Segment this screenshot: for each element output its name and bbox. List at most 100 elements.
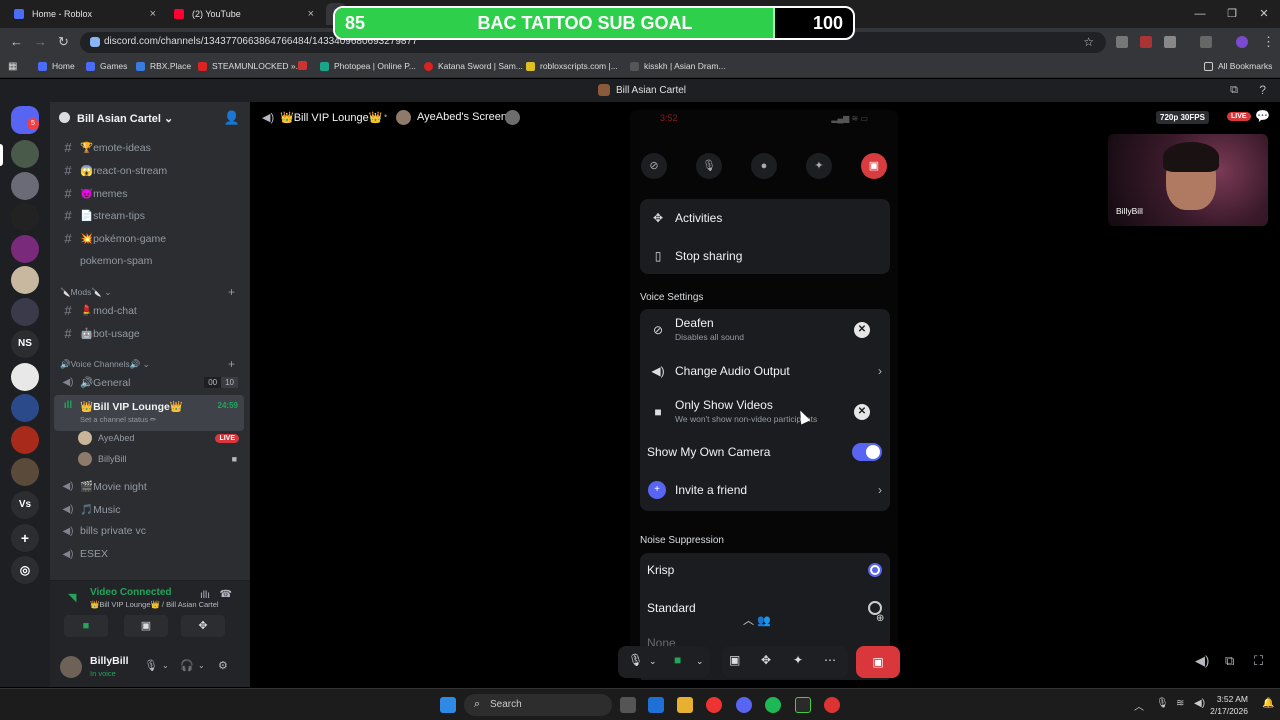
channel-item[interactable]: # 🏆emote-ideas — [54, 137, 244, 157]
bookmark-kisskh[interactable]: kisskh | Asian Dram... — [630, 61, 726, 71]
disconnect-icon[interactable]: ☎ — [220, 589, 232, 600]
close-window-icon[interactable]: ✕ — [1248, 0, 1280, 28]
mic-icon[interactable]: 🎙 — [628, 653, 643, 667]
server-icon[interactable] — [11, 458, 39, 486]
soundboard-icon[interactable]: ✦ — [806, 153, 832, 179]
bookmark-robloxscripts[interactable]: robloxscripts.com |... — [526, 61, 618, 71]
fullscreen-icon[interactable]: ⛶ — [1254, 653, 1263, 669]
server-icon[interactable] — [11, 426, 39, 454]
taskbar-clock[interactable]: 3:52 AM 2/17/2026 — [1210, 693, 1248, 717]
bookmark-rbxplace[interactable]: RBX.Place — [136, 61, 191, 71]
server-vs[interactable]: Vs — [11, 491, 39, 519]
discover-icon[interactable]: ◎ — [11, 556, 39, 584]
add-server-icon[interactable]: + — [11, 524, 39, 552]
voice-channel-music[interactable]: ◀) 🎵Music — [54, 499, 244, 519]
extensions-puzzle-icon[interactable] — [1164, 36, 1176, 48]
channel-item[interactable]: # 😈memes — [54, 183, 244, 203]
bookmark-item[interactable] — [298, 61, 312, 70]
channel-item[interactable]: # 💄mod-chat — [54, 300, 244, 320]
camera-off-icon[interactable]: ⊘ — [641, 153, 667, 179]
add-channel-icon[interactable]: + — [228, 357, 235, 371]
all-bookmarks[interactable]: All Bookmarks — [1204, 61, 1272, 71]
radio-selected[interactable] — [868, 563, 882, 577]
gear-icon[interactable]: ⚙ — [218, 659, 228, 672]
file-explorer-icon[interactable] — [677, 697, 693, 713]
add-channel-icon[interactable]: + — [228, 285, 235, 299]
chevron-down-icon[interactable]: ⌄ — [649, 656, 657, 667]
camera-button[interactable]: ■ — [64, 615, 108, 637]
tray-chevron-icon[interactable]: ︿ — [1134, 698, 1144, 713]
opera-icon[interactable] — [824, 697, 840, 713]
forward-icon[interactable]: → — [34, 34, 47, 49]
spotify-icon[interactable] — [765, 697, 781, 713]
back-icon[interactable]: ← — [10, 34, 23, 49]
browser-menu-icon[interactable]: ⋮ — [1262, 34, 1275, 50]
screen-share-button[interactable]: ▣ — [124, 615, 168, 637]
inbox-icon[interactable]: ⧉ — [1230, 84, 1238, 97]
reload-icon[interactable]: ↻ — [58, 34, 69, 50]
extension-icon[interactable] — [1140, 36, 1152, 48]
channel-item[interactable]: # 📄stream-tips — [54, 205, 244, 225]
tab-youtube[interactable]: (2) YouTube × — [166, 3, 322, 25]
apps-grid-icon[interactable]: ▦ — [8, 61, 17, 72]
camera-icon[interactable]: ■ — [674, 653, 681, 667]
bookmark-games[interactable]: Games — [86, 61, 127, 71]
bookmark-photopea[interactable]: Photopea | Online P... — [320, 61, 416, 71]
activities-icon[interactable]: ✥ — [761, 653, 771, 667]
server-icon[interactable] — [11, 266, 39, 294]
server-icon[interactable] — [11, 172, 39, 200]
voice-channel-movie[interactable]: ◀) 🎬Movie night — [54, 476, 244, 496]
toggle-off-icon[interactable]: ✕ — [854, 404, 870, 420]
category-voice[interactable]: 🔊Voice Channels🔊 ⌄ + — [60, 357, 235, 371]
screen-share-icon[interactable]: ▣ — [729, 653, 740, 667]
popout-icon[interactable]: ⧉ — [1225, 653, 1234, 669]
bookmark-steamunlocked[interactable]: STEAMUNLOCKED »... — [198, 61, 303, 71]
channel-item[interactable]: # 🤖bot-usage — [54, 323, 244, 343]
chat-bubble-icon[interactable]: 💬 — [1255, 109, 1270, 123]
wifi-icon[interactable]: ≋ — [1176, 698, 1184, 709]
toggle-off-icon[interactable]: ✕ — [854, 322, 870, 338]
help-icon[interactable]: ? — [1259, 83, 1266, 97]
expand-participants-icon[interactable]: ︿ 👥 — [743, 612, 771, 628]
server-ns[interactable]: NS — [11, 330, 39, 358]
bookmark-home[interactable]: Home — [38, 61, 75, 71]
noise-suppression-icon[interactable]: ıllı — [200, 590, 210, 601]
chevron-down-icon[interactable]: ⌄ — [162, 661, 169, 670]
bookmark-star-icon[interactable]: ☆ — [1083, 35, 1094, 49]
server-icon[interactable] — [11, 235, 39, 263]
server-header[interactable]: Bill Asian Cartel ⌄ 👤 — [50, 102, 250, 134]
zoom-icon[interactable]: ⊕ — [876, 613, 884, 624]
volume-tray-icon[interactable]: ◀) — [1194, 698, 1205, 709]
close-tab-icon[interactable]: × — [308, 8, 314, 20]
channel-item[interactable]: #pokemon-spam — [54, 251, 244, 271]
end-call-button[interactable]: ▣ — [856, 646, 900, 678]
volume-icon[interactable]: ◀) — [1195, 653, 1209, 669]
voice-channel-general[interactable]: ◀) 🔊General 00 10 — [54, 372, 244, 392]
server-icon[interactable] — [11, 298, 39, 326]
voice-channel-private[interactable]: ◀) bills private vc — [54, 521, 244, 541]
more-icon[interactable]: ⋯ — [824, 653, 836, 667]
avatar[interactable] — [60, 656, 82, 678]
server-icon[interactable] — [11, 363, 39, 391]
soundboard-icon[interactable]: ✦ — [793, 653, 803, 667]
set-channel-status[interactable]: Set a channel status ✏ — [80, 415, 156, 424]
chevron-down-icon[interactable]: ⌄ — [696, 656, 704, 667]
channel-item[interactable]: # 😱react-on-stream — [54, 160, 244, 180]
tab-roblox[interactable]: Home - Roblox × — [6, 3, 164, 25]
voice-user[interactable]: BillyBill ■ — [78, 450, 243, 468]
task-view-icon[interactable] — [620, 697, 636, 713]
voice-channel-vip[interactable]: ıll 👑Bill VIP Lounge👑 24:59 Set a channel… — [54, 395, 244, 431]
voice-channel-esex[interactable]: ◀) ESEX — [54, 544, 244, 564]
discord-icon[interactable] — [736, 697, 752, 713]
notification-icon[interactable]: 🔔 — [1262, 698, 1274, 709]
site-info-icon[interactable] — [90, 37, 100, 47]
chevron-down-icon[interactable]: ⌄ — [198, 661, 205, 670]
close-tab-icon[interactable]: × — [150, 8, 156, 20]
server-icon[interactable] — [11, 394, 39, 422]
extension-icon[interactable] — [1116, 36, 1128, 48]
mic-icon[interactable]: 🎙 — [144, 659, 158, 672]
server-icon[interactable] — [11, 140, 39, 168]
sidebar-icon[interactable] — [1200, 36, 1212, 48]
voice-user[interactable]: AyeAbed LIVE — [78, 429, 243, 447]
server-icon[interactable] — [11, 203, 39, 231]
